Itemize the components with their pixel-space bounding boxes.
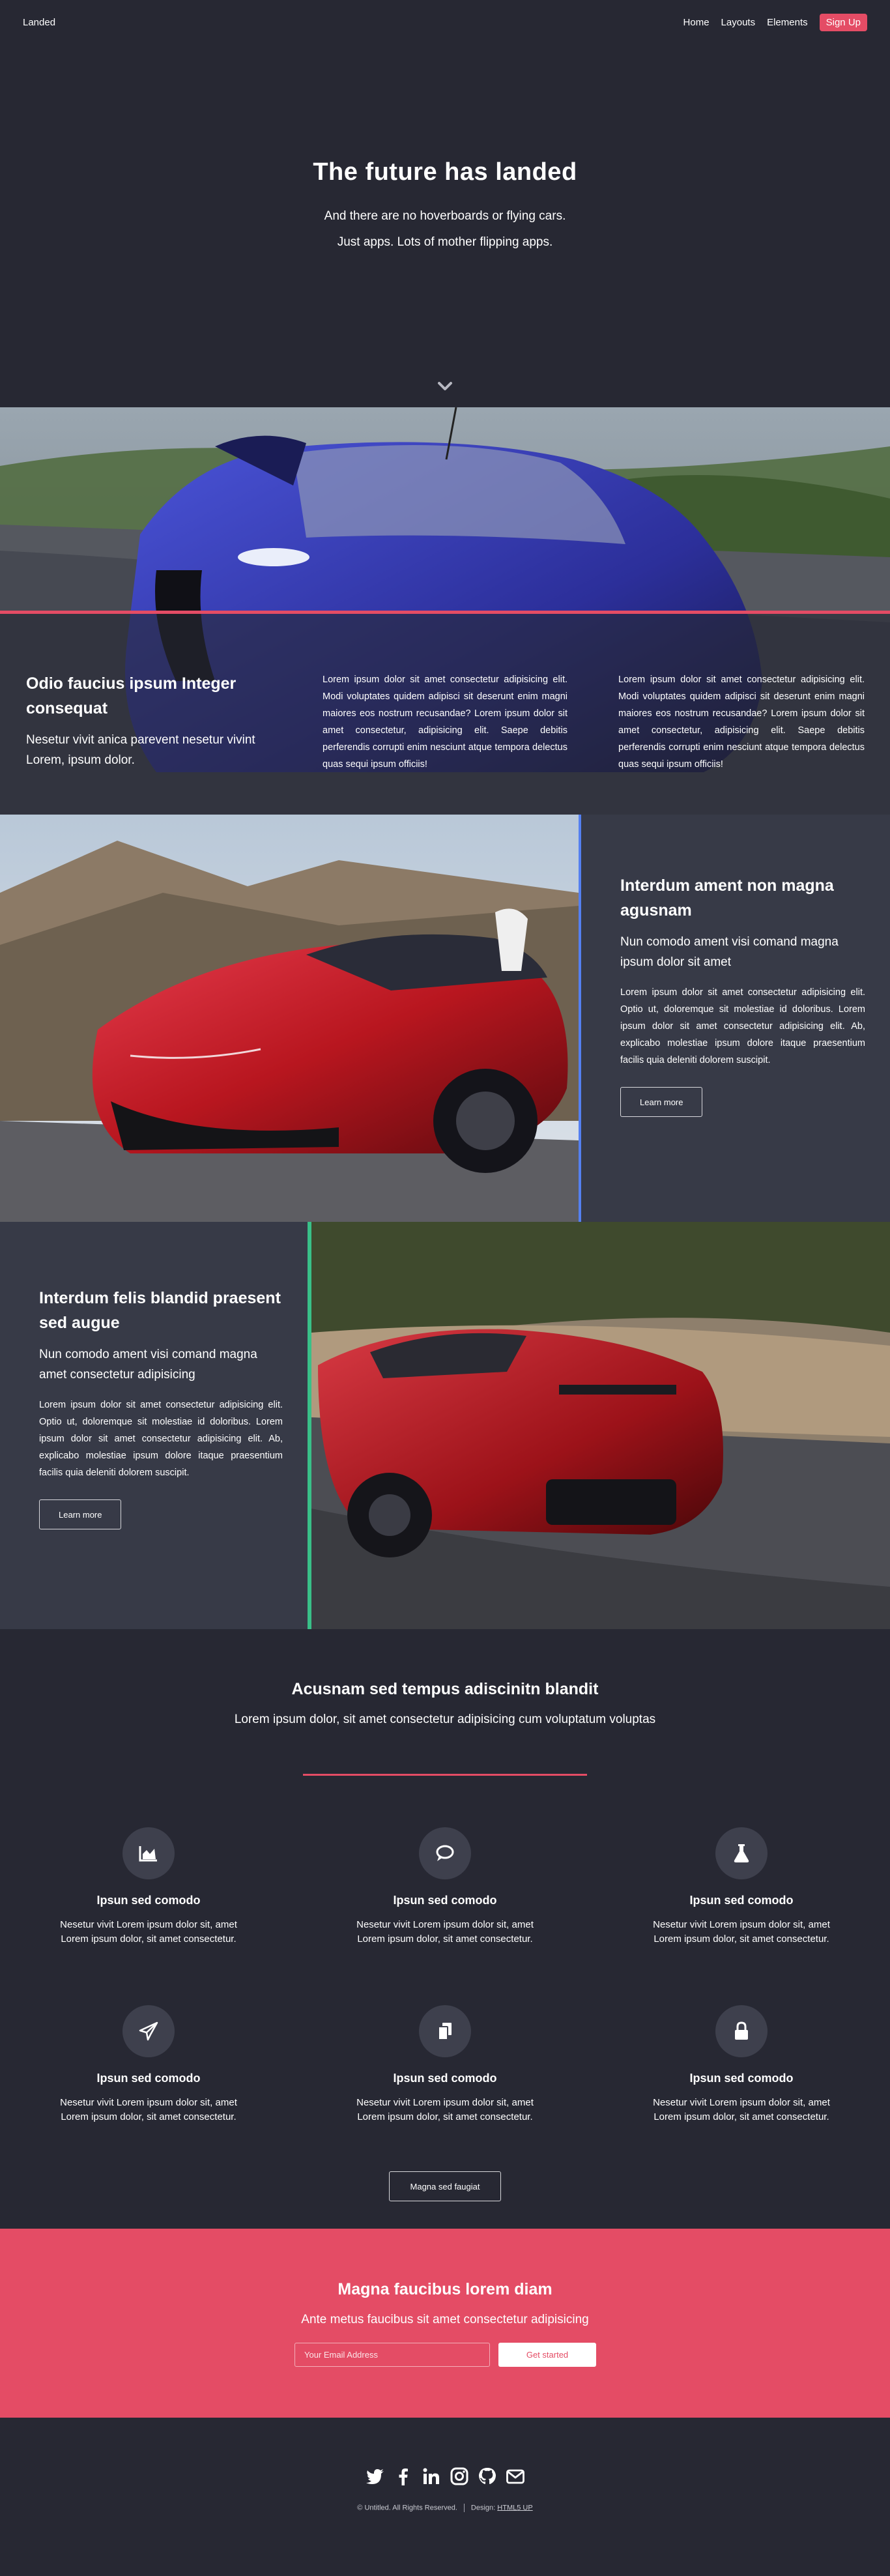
copyright-separator xyxy=(463,2504,465,2512)
copyright-line: © Untitled. All Rights Reserved. Design: … xyxy=(0,2504,890,2512)
features-more-button[interactable]: Magna sed faugiat xyxy=(389,2171,501,2201)
chevron-down-icon[interactable] xyxy=(437,378,453,395)
feature-title: Ipsun sed comodo xyxy=(393,2072,497,2085)
files-icon xyxy=(419,2005,471,2057)
feature-title: Ipsun sed comodo xyxy=(96,1894,201,1907)
signup-button[interactable]: Sign Up xyxy=(819,13,867,31)
feature-text: Nesetur vivit Lorem ipsum dolor sit, ame… xyxy=(653,2097,830,2122)
envelope-icon[interactable] xyxy=(506,2467,525,2486)
spotlight-1: Interdum ament non magna agusnam Nun com… xyxy=(0,815,890,1222)
intro-section: Odio faucius ipsum Integer consequat Nes… xyxy=(0,407,890,815)
feature-item: Ipsun sed comodo Nesetur vivit Lorem ips… xyxy=(618,1827,865,1946)
features-divider xyxy=(303,1774,587,1776)
social-links xyxy=(0,2467,890,2486)
github-icon[interactable] xyxy=(478,2467,497,2486)
spotlight-2-title: Interdum felis blandid praesent sed augu… xyxy=(39,1289,281,1332)
features-title: Acusnam sed tempus adiscinitn blandit xyxy=(291,1680,599,1698)
feature-item: Ipsun sed comodo Nesetur vivit Lorem ips… xyxy=(618,2005,865,2124)
flask-icon xyxy=(715,1827,768,1879)
hero-title: The future has landed xyxy=(313,158,577,186)
twitter-icon[interactable] xyxy=(366,2467,385,2486)
hero-line-1: And there are no hoverboards or flying c… xyxy=(324,209,566,223)
spotlight-1-body: Lorem ipsum dolor sit amet consectetur a… xyxy=(620,987,865,1065)
feature-title: Ipsun sed comodo xyxy=(689,1894,794,1907)
feature-text: Nesetur vivit Lorem ipsum dolor sit, ame… xyxy=(356,2097,534,2122)
spotlight-1-title: Interdum ament non magna agusnam xyxy=(620,876,834,919)
instagram-icon[interactable] xyxy=(450,2467,469,2486)
spotlight-2: Interdum felis blandid praesent sed augu… xyxy=(0,1222,890,1629)
intro-subtitle: Nesetur vivit anica parevent nesetur viv… xyxy=(26,733,255,767)
spotlight-2-subtitle: Nun comodo ament visi comand magna amet … xyxy=(39,1348,257,1382)
facebook-icon[interactable] xyxy=(394,2467,413,2486)
spotlight-accent-bar xyxy=(579,815,581,1222)
feature-item: Ipsun sed comodo Nesetur vivit Lorem ips… xyxy=(321,1827,569,1946)
design-label: Design: xyxy=(470,2504,496,2512)
get-started-button[interactable]: Get started xyxy=(498,2343,596,2367)
feature-text: Nesetur vivit Lorem ipsum dolor sit, ame… xyxy=(60,2097,237,2122)
feature-text: Nesetur vivit Lorem ipsum dolor sit, ame… xyxy=(60,1919,237,1945)
signup-title: Magna faucibus lorem diam xyxy=(337,2280,553,2298)
feature-item: Ipsun sed comodo Nesetur vivit Lorem ips… xyxy=(25,2005,272,2124)
linkedin-icon[interactable] xyxy=(422,2467,441,2486)
comment-icon xyxy=(419,1827,471,1879)
copyright-text: © Untitled. All Rights Reserved. xyxy=(357,2504,457,2512)
site-footer: © Untitled. All Rights Reserved. Design: … xyxy=(0,2418,890,2576)
intro-heading-block: Odio faucius ipsum Integer consequat Nes… xyxy=(26,671,274,770)
spotlight-2-content: Interdum felis blandid praesent sed augu… xyxy=(39,1286,283,1529)
signup-section: Magna faucibus lorem diam Ante metus fau… xyxy=(0,2229,890,2418)
feature-item: Ipsun sed comodo Nesetur vivit Lorem ips… xyxy=(321,2005,569,2124)
intro-title: Odio faucius ipsum Integer consequat xyxy=(26,674,237,717)
feature-title: Ipsun sed comodo xyxy=(393,1894,497,1907)
nav-home-link[interactable]: Home xyxy=(683,17,710,28)
design-credit-link[interactable]: HTML5 UP xyxy=(497,2504,532,2511)
nav-layouts-link[interactable]: Layouts xyxy=(721,17,756,28)
intro-column-2: Lorem ipsum dolor sit amet consectetur a… xyxy=(323,674,567,770)
spotlight-1-content: Interdum ament non magna agusnam Nun com… xyxy=(620,873,865,1117)
feature-text: Nesetur vivit Lorem ipsum dolor sit, ame… xyxy=(356,1919,534,1945)
red-car-rear-image xyxy=(311,1222,890,1629)
spotlight-1-subtitle: Nun comodo ament visi comand magna ipsum… xyxy=(620,935,839,969)
hero-line-2: Just apps. Lots of mother flipping apps. xyxy=(337,235,553,249)
feature-item: Ipsun sed comodo Nesetur vivit Lorem ips… xyxy=(25,1827,272,1946)
paper-plane-icon xyxy=(122,2005,175,2057)
site-logo[interactable]: Landed xyxy=(23,17,55,28)
signup-subtitle: Ante metus faucibus sit amet consectetur… xyxy=(301,2313,589,2326)
main-nav: Home Layouts Elements Sign Up xyxy=(683,13,867,31)
nav-elements-link[interactable]: Elements xyxy=(767,17,808,28)
spotlight-2-body: Lorem ipsum dolor sit amet consectetur a… xyxy=(39,1400,283,1478)
email-field[interactable] xyxy=(294,2343,490,2367)
red-car-image xyxy=(0,815,579,1222)
lock-icon xyxy=(715,2005,768,2057)
intro-column-3: Lorem ipsum dolor sit amet consectetur a… xyxy=(618,674,865,770)
area-chart-icon xyxy=(122,1827,175,1879)
hero-banner: The future has landed And there are no h… xyxy=(0,44,890,407)
site-header: Landed Home Layouts Elements Sign Up xyxy=(0,0,890,44)
features-subtitle: Lorem ipsum dolor, sit amet consectetur … xyxy=(234,1713,656,1726)
learn-more-button[interactable]: Learn more xyxy=(620,1087,703,1117)
feature-title: Ipsun sed comodo xyxy=(96,2072,201,2085)
features-section: Acusnam sed tempus adiscinitn blandit Lo… xyxy=(0,1629,890,2229)
feature-text: Nesetur vivit Lorem ipsum dolor sit, ame… xyxy=(653,1919,830,1945)
learn-more-button[interactable]: Learn more xyxy=(39,1499,122,1529)
feature-title: Ipsun sed comodo xyxy=(689,2072,794,2085)
